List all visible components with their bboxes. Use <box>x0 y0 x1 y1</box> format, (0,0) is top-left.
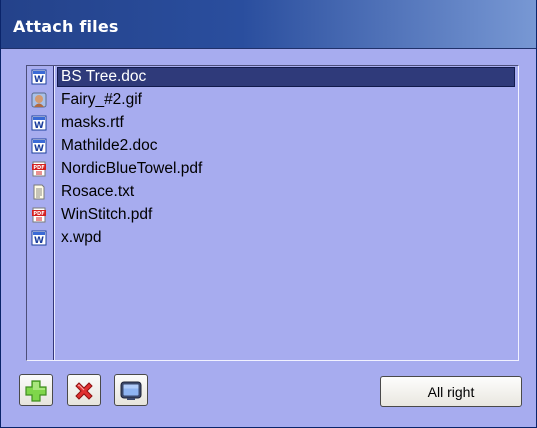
dialog-content: W BS Tree.doc Fairy_#2.gif Wmasks.rtf W Mathi… <box>1 49 536 427</box>
word-doc-icon: W <box>31 138 47 154</box>
svg-text:W: W <box>34 121 44 131</box>
file-name: Rosace.txt <box>61 183 135 200</box>
file-name: NordicBlueTowel.pdf <box>61 160 203 177</box>
dialog-title: Attach files <box>13 17 119 36</box>
word-doc-icon: W <box>31 230 47 246</box>
word-doc-icon: W <box>31 69 47 85</box>
file-name: x.wpd <box>61 229 102 246</box>
file-name: Fairy_#2.gif <box>61 91 142 108</box>
plus-icon <box>25 380 47 402</box>
view-file-button[interactable] <box>114 374 148 406</box>
title-bar[interactable]: Attach files <box>1 0 536 49</box>
all-right-button[interactable]: All right <box>380 376 522 407</box>
svg-text:W: W <box>34 144 44 154</box>
file-list-item[interactable]: Fairy_#2.gif <box>27 89 518 112</box>
add-file-button[interactable] <box>19 374 53 406</box>
file-name: WinStitch.pdf <box>61 206 153 223</box>
svg-text:PDF: PDF <box>33 211 44 217</box>
file-list-item[interactable]: Wmasks.rtf <box>27 112 518 135</box>
file-list-item[interactable]: W Mathilde2.doc <box>27 135 518 158</box>
monitor-icon <box>120 381 142 400</box>
remove-file-button[interactable] <box>67 374 101 406</box>
file-list[interactable]: W BS Tree.doc Fairy_#2.gif Wmasks.rtf W Mathi… <box>26 65 519 361</box>
file-name: masks.rtf <box>61 114 124 131</box>
svg-text:W: W <box>34 75 44 85</box>
svg-text:PDF: PDF <box>33 165 44 171</box>
pdf-icon: PDF <box>31 161 47 177</box>
red-x-icon <box>75 382 93 400</box>
file-list-item[interactable]: Rosace.txt <box>27 181 518 204</box>
file-name: Mathilde2.doc <box>61 137 158 154</box>
word-doc-icon: W <box>31 115 47 131</box>
file-name: BS Tree.doc <box>61 68 147 85</box>
file-list-item[interactable]: PDF WinStitch.pdf <box>27 204 518 227</box>
text-file-icon <box>31 184 47 200</box>
svg-text:W: W <box>34 236 44 246</box>
file-list-item[interactable]: PDF NordicBlueTowel.pdf <box>27 158 518 181</box>
attach-files-dialog: Attach files W BS Tree.doc Fairy_#2.gif Wma… <box>0 0 537 428</box>
file-list-item[interactable]: W BS Tree.doc <box>27 66 518 89</box>
image-icon <box>31 92 47 108</box>
file-list-item[interactable]: Wx.wpd <box>27 227 518 250</box>
pdf-icon: PDF <box>31 207 47 223</box>
